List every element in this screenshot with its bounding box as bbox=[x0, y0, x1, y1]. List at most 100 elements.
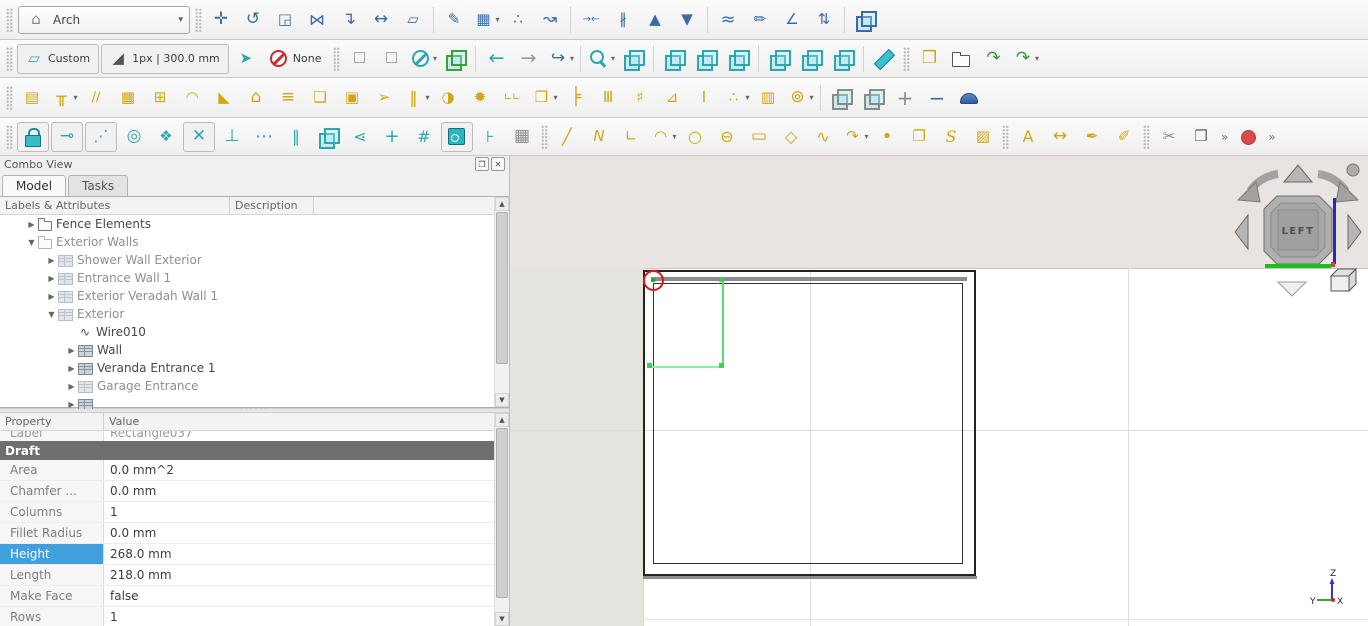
tree-item-wall[interactable]: ▶Wall bbox=[0, 341, 494, 359]
rotate-left-icon[interactable] bbox=[1238, 182, 1260, 202]
3d-viewport[interactable]: LEFT Z Y X bbox=[510, 156, 1368, 626]
wall-heavy-line-bottom[interactable] bbox=[643, 576, 977, 579]
draft-flip-dimension-button[interactable]: ⇅ bbox=[809, 6, 839, 34]
chevron-down-icon[interactable]: ▾ bbox=[553, 93, 557, 102]
arch-schedule-button[interactable]: ▥ bbox=[753, 84, 783, 112]
arch-space-button[interactable]: ❏ bbox=[305, 84, 335, 112]
property-value[interactable]: 1 bbox=[104, 502, 118, 522]
toolbar-grip[interactable] bbox=[1002, 125, 1009, 149]
property-row[interactable]: Make Facefalse bbox=[0, 586, 494, 607]
expander-icon[interactable]: ▶ bbox=[46, 292, 57, 301]
line-width-button[interactable]: ◢1px | 300.0 mm bbox=[101, 44, 229, 74]
arch-project-button[interactable]: ◠ bbox=[177, 84, 207, 112]
arch-stairs-button[interactable]: ∟∟ bbox=[497, 84, 527, 112]
arch-reference-button[interactable]: ➢ bbox=[369, 84, 399, 112]
property-scroll-thumb[interactable] bbox=[496, 428, 508, 598]
scroll-up-icon[interactable]: ▲ bbox=[495, 197, 509, 211]
tree-scrollbar[interactable]: ▲ ▼ bbox=[494, 197, 509, 407]
property-row[interactable]: Fillet Radius0.0 mm bbox=[0, 523, 494, 544]
snap-parallel-button[interactable]: ∥ bbox=[281, 123, 311, 151]
macro-record-button[interactable] bbox=[1233, 123, 1263, 151]
selection-box-button[interactable]: ☐ bbox=[344, 45, 374, 73]
navigation-cube[interactable]: LEFT bbox=[1234, 158, 1364, 300]
property-row[interactable]: Length218.0 mm bbox=[0, 565, 494, 586]
snap-extension-button[interactable]: ⋯ bbox=[249, 123, 279, 151]
arch-pipe-tools-button[interactable]: ‖▾ bbox=[401, 84, 431, 112]
snap-dimensions-button[interactable]: ⊦ bbox=[475, 123, 505, 151]
tree-item-exterior-veradah-wall-1[interactable]: ▶Exterior Veradah Wall 1 bbox=[0, 287, 494, 305]
draft-style-button[interactable]: ▱Custom bbox=[17, 44, 99, 74]
property-value[interactable]: 0.0 mm bbox=[104, 481, 156, 501]
float-panel-icon[interactable]: ❐ bbox=[475, 157, 489, 171]
property-name[interactable]: Length bbox=[0, 565, 104, 585]
draft-wire-to-bspline-button[interactable]: ≈ bbox=[713, 6, 743, 34]
scroll-up-icon[interactable]: ▲ bbox=[495, 413, 509, 427]
scroll-down-icon[interactable]: ▼ bbox=[495, 393, 509, 407]
tree-item-entrance-wall-1[interactable]: ▶Entrance Wall 1 bbox=[0, 269, 494, 287]
draft-split-button[interactable]: ∦ bbox=[608, 6, 638, 34]
toolbar-grip[interactable] bbox=[6, 47, 13, 71]
draft-polyline-button[interactable]: N bbox=[584, 123, 614, 151]
draft-slope-button[interactable]: ∠ bbox=[777, 6, 807, 34]
toolbar-grip[interactable] bbox=[1143, 125, 1150, 149]
rotate-right-icon[interactable] bbox=[1336, 182, 1358, 202]
draft-offset-button[interactable]: ↴ bbox=[334, 6, 364, 34]
draft-circle-button[interactable]: ○ bbox=[680, 123, 710, 151]
tree-item[interactable]: ▶ bbox=[0, 395, 494, 409]
property-name[interactable]: Label bbox=[0, 431, 104, 441]
arch-profile-button[interactable]: Ⅰ bbox=[689, 84, 719, 112]
property-row[interactable]: Chamfer ...0.0 mm bbox=[0, 481, 494, 502]
chevron-down-icon[interactable]: ▾ bbox=[495, 15, 499, 24]
chevron-down-icon[interactable]: ▾ bbox=[611, 54, 615, 63]
arch-rebar-button[interactable]: ∕∕ bbox=[81, 84, 111, 112]
draft-move-button[interactable]: ✛ bbox=[206, 6, 236, 34]
wall-heavy-line-top[interactable] bbox=[651, 277, 967, 281]
arch-axis-button[interactable]: ◑ bbox=[433, 84, 463, 112]
draft-downgrade-button[interactable]: ▼ bbox=[672, 6, 702, 34]
arch-component-remove-button[interactable]: − bbox=[922, 84, 952, 112]
view-front-button[interactable] bbox=[659, 45, 689, 73]
arch-cut-plane-button[interactable] bbox=[826, 84, 856, 112]
snap-lock-button[interactable] bbox=[17, 122, 49, 152]
toolbar-grip[interactable] bbox=[541, 125, 548, 149]
toolbar-grip[interactable] bbox=[6, 125, 13, 149]
draft-hatch-button[interactable]: ▨ bbox=[968, 123, 998, 151]
zoom-fit-button[interactable]: ▾ bbox=[586, 45, 616, 73]
property-row[interactable]: Area0.0 mm^2 bbox=[0, 460, 494, 481]
expander-icon[interactable]: ▶ bbox=[66, 382, 77, 391]
tree-item-shower-wall-exterior[interactable]: ▶Shower Wall Exterior bbox=[0, 251, 494, 269]
snap-ortho-button[interactable]: + bbox=[377, 123, 407, 151]
draft-edit-button[interactable]: ✎ bbox=[439, 6, 469, 34]
mini-cube-icon[interactable] bbox=[1331, 276, 1349, 291]
chevron-down-icon[interactable]: ▾ bbox=[745, 93, 749, 102]
property-name[interactable]: Height bbox=[0, 544, 104, 564]
toolbar-overflow-icon[interactable]: » bbox=[1268, 130, 1275, 144]
property-value[interactable]: 1 bbox=[104, 607, 118, 626]
selection-box-elements-button[interactable]: ☐ bbox=[376, 45, 406, 73]
draft-fillet-button[interactable]: ∟ bbox=[616, 123, 646, 151]
arch-cut-line-button[interactable] bbox=[858, 84, 888, 112]
arch-survey-button[interactable] bbox=[954, 84, 984, 112]
property-scrollbar[interactable]: ▲ ▼ bbox=[494, 413, 509, 626]
expander-icon[interactable]: ▶ bbox=[46, 274, 57, 283]
draft-array-button[interactable]: ▦▾ bbox=[471, 6, 501, 34]
toolbar-grip[interactable] bbox=[195, 8, 202, 32]
snap-toggle-button[interactable]: ▾ bbox=[408, 45, 438, 73]
draft-rotate-button[interactable]: ↺ bbox=[238, 6, 268, 34]
arch-fence-button[interactable]: Ⅲ bbox=[593, 84, 623, 112]
select-view-cube-button[interactable] bbox=[440, 45, 470, 73]
draft-facebinder-button[interactable]: ❐ bbox=[904, 123, 934, 151]
property-group-header[interactable]: Draft bbox=[0, 441, 494, 460]
linked-view-button[interactable]: ↪▾ bbox=[545, 45, 575, 73]
expander-icon[interactable]: ▶ bbox=[26, 220, 37, 229]
tree-item-garage-entrance[interactable]: ▶Garage Entrance bbox=[0, 377, 494, 395]
link-make-button[interactable]: ↷ bbox=[978, 45, 1008, 73]
link-replace-button[interactable]: ↷▾ bbox=[1010, 45, 1040, 73]
draft-bezier-button[interactable]: ↷▾ bbox=[840, 123, 870, 151]
draft-to-sketch-button[interactable]: ✏ bbox=[745, 6, 775, 34]
property-value[interactable]: 268.0 mm bbox=[104, 544, 172, 564]
arch-fence-posts-button[interactable]: ♯ bbox=[625, 84, 655, 112]
tab-model[interactable]: Model bbox=[2, 175, 66, 196]
arrow-down-icon[interactable] bbox=[1278, 282, 1306, 296]
draft-bspline-button[interactable]: ∿ bbox=[808, 123, 838, 151]
